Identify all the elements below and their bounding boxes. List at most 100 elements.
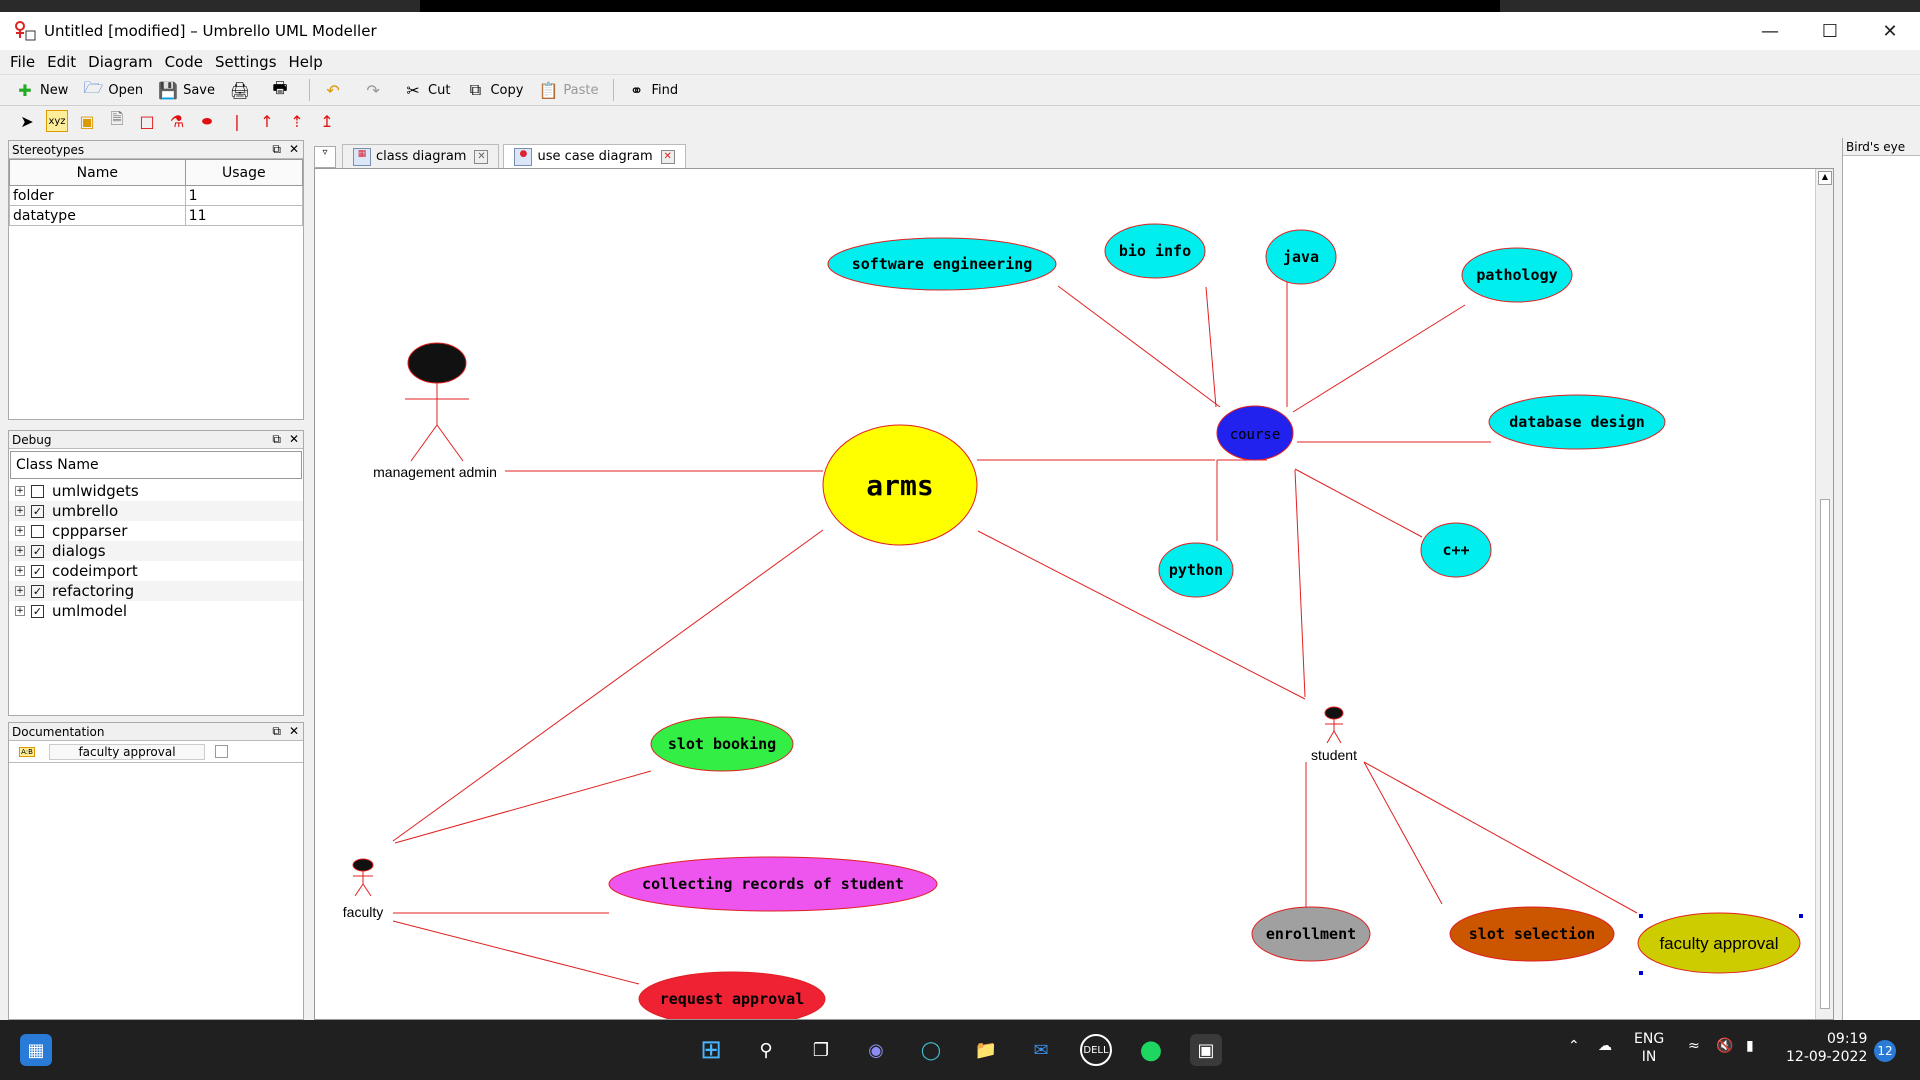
paste-button[interactable]: 📋 Paste: [537, 79, 598, 101]
doc-name-field[interactable]: faculty approval: [49, 743, 205, 760]
usecase-java[interactable]: java: [1265, 229, 1337, 285]
usecase-arms[interactable]: arms: [822, 424, 978, 546]
table-row[interactable]: datatype 11: [9, 205, 304, 226]
cloud-icon[interactable]: ☁: [1598, 1038, 1612, 1054]
actor-management-admin[interactable]: management admin: [373, 342, 497, 480]
start-icon[interactable]: ⊞: [695, 1034, 727, 1066]
close-panel-icon[interactable]: ✕: [289, 142, 299, 156]
column-header-name[interactable]: Name: [9, 159, 186, 186]
list-item[interactable]: + ✓ umlmodel: [9, 601, 303, 621]
widgets-icon[interactable]: ▦: [20, 1034, 52, 1066]
new-button[interactable]: ✚ New: [14, 79, 68, 101]
find-button[interactable]: ⚭ Find: [626, 79, 678, 101]
menu-settings[interactable]: Settings: [215, 53, 277, 71]
usecase-enrollment[interactable]: enrollment: [1251, 906, 1371, 962]
actor-icon[interactable]: ⚗: [166, 110, 188, 132]
checkbox[interactable]: ✓: [31, 584, 44, 598]
box-icon[interactable]: □: [136, 110, 158, 132]
copy-button[interactable]: ⧉ Copy: [464, 79, 524, 101]
scroll-up-icon[interactable]: ▲: [1818, 171, 1832, 185]
menu-edit[interactable]: Edit: [47, 53, 76, 71]
usecase-slot-selection[interactable]: slot selection: [1449, 906, 1615, 962]
clock[interactable]: 09:19 12-09-2022: [1786, 1030, 1867, 1066]
usecase-icon[interactable]: ⬬: [196, 110, 218, 132]
chat-icon[interactable]: ◉: [860, 1034, 892, 1066]
vertical-scrollbar[interactable]: ▲: [1815, 169, 1833, 1019]
print-preview-button[interactable]: 🖶: [269, 78, 295, 101]
directed-association-icon[interactable]: ↥: [316, 110, 338, 132]
note-icon[interactable]: 🗎: [106, 109, 128, 132]
close-tab-icon[interactable]: ✕: [660, 149, 675, 164]
list-item[interactable]: + ✓ refactoring: [9, 581, 303, 601]
usecase-slot-booking[interactable]: slot booking: [650, 716, 794, 772]
notification-badge[interactable]: 12: [1874, 1040, 1896, 1062]
new-tab-icon[interactable]: ▿: [314, 146, 336, 168]
float-icon[interactable]: ⧉: [272, 432, 281, 446]
generalization-icon[interactable]: ↑: [256, 110, 278, 132]
select-arrow-icon[interactable]: ➤: [16, 110, 38, 132]
mail-icon[interactable]: ✉: [1025, 1034, 1057, 1066]
save-button[interactable]: 💾 Save: [157, 79, 215, 101]
spotify-icon[interactable]: ●: [1135, 1034, 1167, 1066]
menu-code[interactable]: Code: [165, 53, 203, 71]
tab-use-case-diagram[interactable]: ● use case diagram ✕: [503, 144, 686, 168]
object-node-icon[interactable]: xyz: [46, 110, 68, 132]
language-indicator[interactable]: ENG IN: [1634, 1030, 1664, 1066]
close-panel-icon[interactable]: ✕: [289, 432, 299, 446]
usecase-bio-info[interactable]: bio info: [1104, 223, 1206, 279]
tab-class-diagram[interactable]: ▦ class diagram ✕: [342, 144, 500, 168]
table-row[interactable]: folder 1: [9, 185, 304, 206]
usecase-database-design[interactable]: database design: [1488, 394, 1666, 450]
cut-button[interactable]: ✂ Cut: [402, 79, 450, 101]
list-item[interactable]: + ✓ dialogs: [9, 541, 303, 561]
usecase-python[interactable]: python: [1158, 542, 1234, 598]
float-icon[interactable]: ⧉: [272, 142, 281, 156]
file-explorer-icon[interactable]: 📁: [970, 1034, 1002, 1066]
column-header-usage[interactable]: Usage: [184, 159, 304, 186]
menu-diagram[interactable]: Diagram: [88, 53, 152, 71]
checkbox[interactable]: ✓: [31, 544, 44, 558]
chevron-up-icon[interactable]: ⌃: [1568, 1038, 1580, 1054]
list-item[interactable]: + umlwidgets: [9, 481, 303, 501]
undo-button[interactable]: ↶: [322, 79, 348, 101]
checkbox[interactable]: ✓: [31, 564, 44, 578]
usecase-collecting-records[interactable]: collecting records of student: [608, 856, 938, 912]
wifi-icon[interactable]: ≈: [1688, 1038, 1700, 1054]
usecase-course[interactable]: course: [1216, 405, 1294, 461]
minimize-icon[interactable]: —: [1740, 21, 1800, 42]
menu-file[interactable]: File: [10, 53, 35, 71]
redo-button[interactable]: ↷: [362, 79, 388, 101]
umbrello-taskbar-icon[interactable]: ▣: [1190, 1034, 1222, 1066]
checkbox[interactable]: [31, 484, 44, 498]
checkbox[interactable]: [31, 524, 44, 538]
maximize-icon[interactable]: ☐: [1800, 21, 1860, 42]
usecase-pathology[interactable]: pathology: [1461, 247, 1573, 303]
search-icon[interactable]: ⚲: [750, 1034, 782, 1066]
usecase-cpp[interactable]: c++: [1420, 522, 1492, 578]
menu-help[interactable]: Help: [289, 53, 323, 71]
close-icon[interactable]: ✕: [1860, 21, 1920, 42]
mute-icon[interactable]: 🔇: [1716, 1038, 1733, 1054]
battery-icon[interactable]: ▮: [1746, 1038, 1754, 1054]
doc-checkbox[interactable]: [215, 745, 228, 758]
dell-icon[interactable]: DELL: [1080, 1034, 1112, 1066]
association-icon[interactable]: |: [226, 110, 248, 132]
usecase-request-approval[interactable]: request approval: [638, 971, 826, 1019]
open-button[interactable]: 🗁 Open: [82, 78, 143, 101]
scroll-thumb[interactable]: [1820, 499, 1830, 1009]
checkbox[interactable]: ✓: [31, 504, 44, 518]
class-name-header[interactable]: Class Name: [10, 451, 302, 479]
package-icon[interactable]: ▣: [76, 110, 98, 132]
usecase-software-engineering[interactable]: software engineering: [827, 237, 1057, 291]
actor-faculty[interactable]: faculty: [343, 858, 383, 920]
close-panel-icon[interactable]: ✕: [289, 724, 299, 738]
task-view-icon[interactable]: ❐: [805, 1034, 837, 1066]
diagram-canvas[interactable]: management admin faculty student arms co…: [314, 168, 1834, 1020]
checkbox[interactable]: ✓: [31, 604, 44, 618]
list-item[interactable]: + cppparser: [9, 521, 303, 541]
close-tab-icon[interactable]: ✕: [474, 149, 489, 164]
edge-icon[interactable]: ◯: [915, 1034, 947, 1066]
actor-student[interactable]: student: [1311, 706, 1357, 763]
print-button[interactable]: 🖨: [229, 79, 255, 101]
float-icon[interactable]: ⧉: [272, 724, 281, 738]
